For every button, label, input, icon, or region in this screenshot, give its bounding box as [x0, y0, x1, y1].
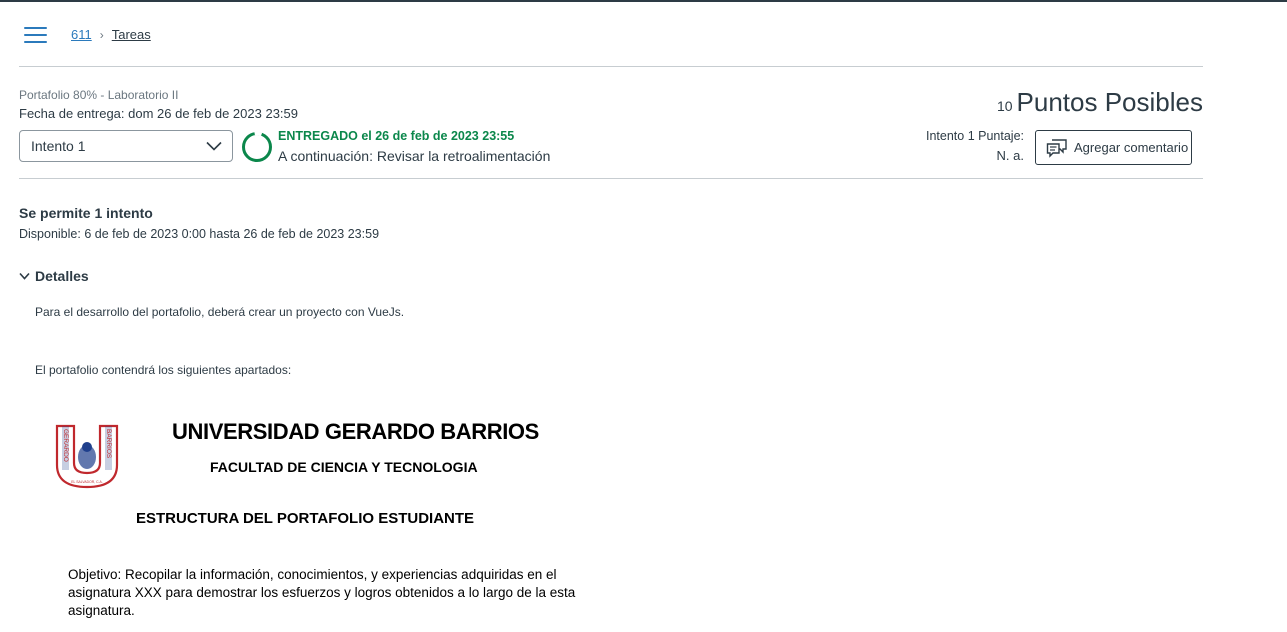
document-image: GERARDO BARRIOS EL SALVADOR, C.A. UNIVER… — [48, 407, 608, 632]
structure-title: ESTRUCTURA DEL PORTAFOLIO ESTUDIANTE — [136, 510, 475, 527]
chevron-down-icon — [19, 272, 30, 280]
breadcrumb-separator-icon: › — [99, 27, 104, 42]
due-date: Fecha de entrega: dom 26 de feb de 2023 … — [19, 106, 298, 121]
divider — [19, 66, 1203, 67]
comment-icon — [1046, 138, 1067, 158]
attempt-select-value: Intento 1 — [31, 138, 86, 154]
details-label: Detalles — [35, 268, 89, 284]
university-name: UNIVERSIDAD GERARDO BARRIOS — [172, 419, 539, 444]
svg-text:EL SALVADOR, C.A.: EL SALVADOR, C.A. — [71, 480, 102, 484]
points-label: Puntos Posibles — [1016, 87, 1203, 117]
availability-dates: Disponible: 6 de feb de 2023 0:00 hasta … — [19, 227, 380, 241]
submission-status: ENTREGADO el 26 de feb de 2023 23:55 — [278, 129, 515, 143]
details-paragraph: El portafolio contendrá los siguientes a… — [35, 363, 292, 377]
score-label: Intento 1 Puntaje: — [926, 129, 1024, 143]
next-step-text: A continuación: Revisar la retroalimenta… — [278, 148, 551, 164]
breadcrumb-tareas-link[interactable]: Tareas — [112, 27, 151, 42]
details-toggle[interactable]: Detalles — [19, 268, 89, 284]
attempt-select[interactable]: Intento 1 — [19, 130, 233, 162]
faculty-name: FACULTAD DE CIENCIA Y TECNOLOGIA — [210, 459, 478, 475]
breadcrumb: 611 › Tareas — [71, 27, 151, 42]
score-value: N. a. — [996, 148, 1024, 163]
objective-text: Objetivo: Recopilar la información, cono… — [68, 567, 576, 618]
points-number: 10 — [996, 98, 1013, 114]
progress-ring-icon — [241, 131, 273, 163]
university-logo: GERARDO BARRIOS EL SALVADOR, C.A. — [55, 424, 119, 489]
add-comment-button[interactable]: Agregar comentario — [1035, 130, 1192, 165]
svg-text:GERARDO: GERARDO — [62, 429, 69, 462]
details-paragraph: Para el desarrollo del portafolio, deber… — [35, 305, 405, 319]
add-comment-label: Agregar comentario — [1074, 140, 1189, 155]
hamburger-menu-icon[interactable] — [24, 27, 47, 43]
breadcrumb-course-link[interactable]: 611 — [71, 27, 92, 42]
chevron-down-icon — [206, 141, 222, 151]
attempts-allowed: Se permite 1 intento — [19, 205, 153, 221]
points-possible: 10 Puntos Posibles — [997, 87, 1203, 118]
assignment-subtitle: Portafolio 80% - Laboratorio II — [19, 88, 179, 102]
divider — [19, 178, 1203, 179]
svg-text:BARRIOS: BARRIOS — [105, 429, 112, 459]
